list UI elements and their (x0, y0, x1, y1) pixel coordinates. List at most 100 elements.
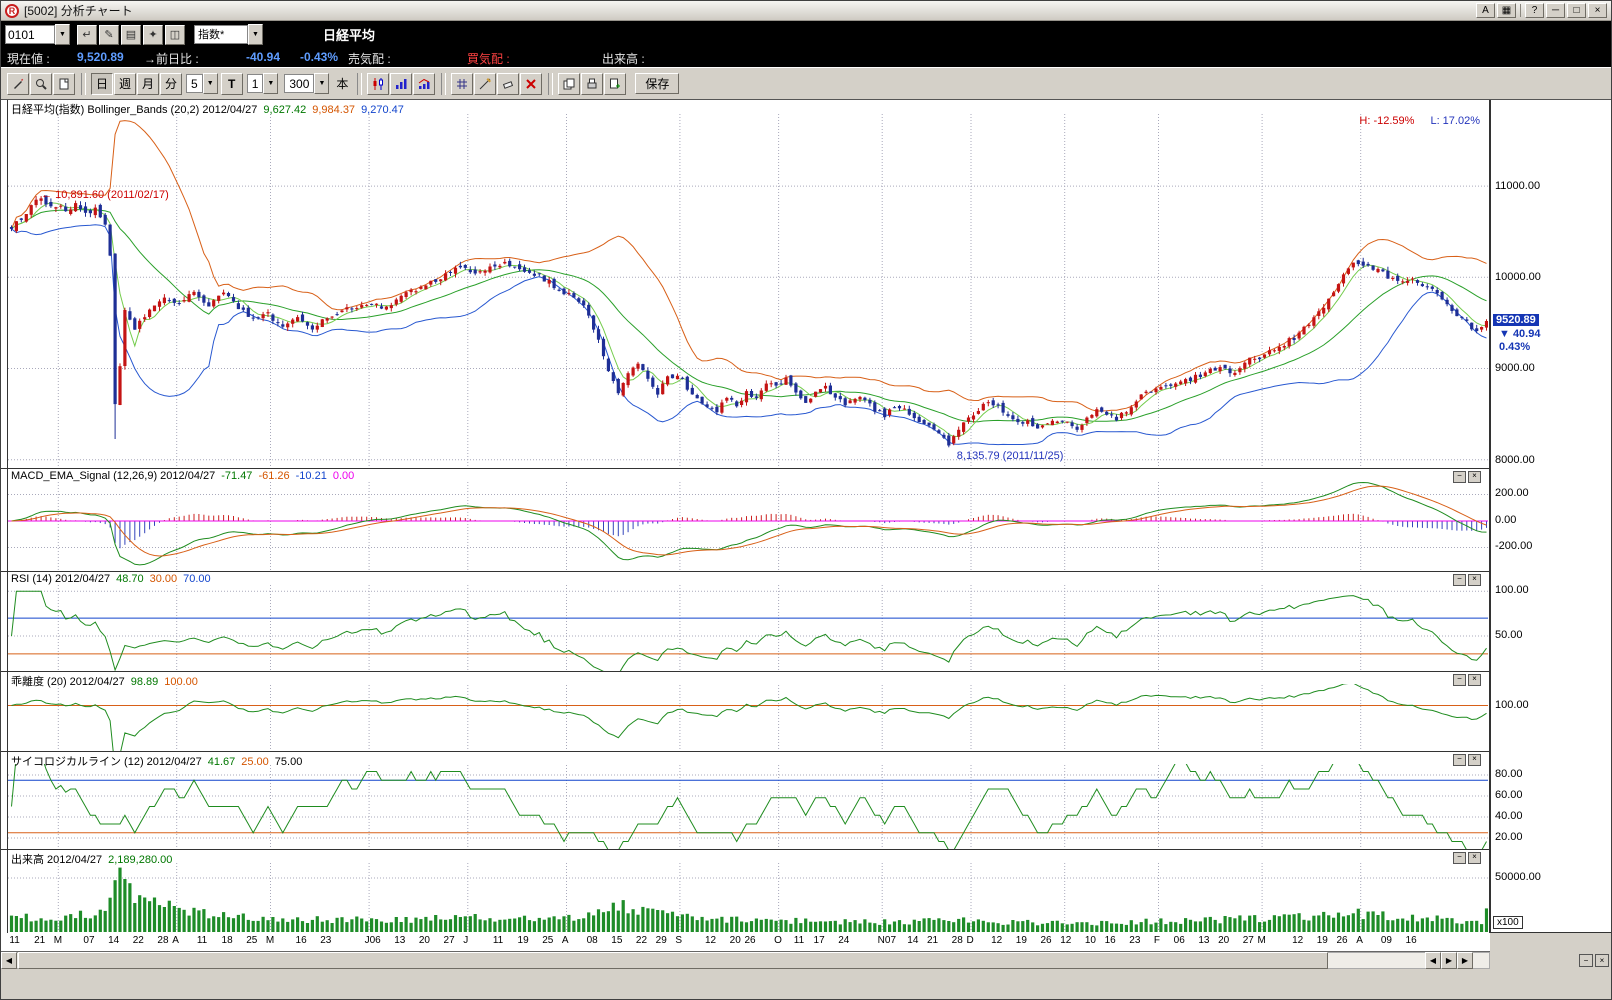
panel-header-text: 9,270.47 (361, 104, 404, 116)
symbol-code-dropdown-icon[interactable]: ▼ (55, 24, 70, 45)
symbol-code-input[interactable] (5, 25, 55, 44)
favorite-icon[interactable]: ✦ (143, 25, 163, 45)
panel-collapse-button[interactable]: − (1453, 852, 1466, 864)
panel-collapse-button[interactable]: − (1453, 754, 1466, 766)
panel-header-text: 100.00 (164, 676, 198, 688)
x-axis-label: M (266, 935, 274, 946)
x-axis-label: J (463, 935, 468, 946)
panel-close-button[interactable]: × (1468, 754, 1481, 766)
scroll-page-right-icon[interactable]: ▶ (1441, 952, 1457, 969)
bar-count-dropdown-icon[interactable]: ▼ (314, 73, 329, 94)
enter-icon[interactable]: ↵ (77, 25, 97, 45)
layout-button[interactable]: ▦ (1497, 3, 1516, 18)
rsi-plot[interactable] (1, 572, 1490, 671)
x-axis-label: 16 (296, 935, 307, 946)
delete-drawing-icon[interactable] (520, 73, 542, 95)
chart-toolbar: 日 週 月 分 5 ▼ T 1 ▼ 300 ▼ 本 保存 (1, 67, 1611, 100)
maximize-button[interactable]: □ (1567, 3, 1586, 18)
x-axis-label: 11 (493, 935, 503, 946)
y-axis-label: 40.00 (1495, 810, 1523, 822)
kairi-plot[interactable] (1, 672, 1490, 751)
main-chart-plot[interactable] (1, 100, 1490, 468)
panel-collapse-all-button[interactable]: − (1579, 954, 1593, 967)
print-icon[interactable] (581, 73, 603, 95)
x-axis-label: 15 (611, 935, 622, 946)
close-button[interactable]: × (1588, 3, 1607, 18)
panel-close-button[interactable]: × (1468, 574, 1481, 586)
panel-collapse-button[interactable]: − (1453, 674, 1466, 686)
x-axis-label: O (774, 935, 782, 946)
chart-area: 日経平均(指数) Bollinger_Bands (20,2) 2012/04/… (1, 100, 1490, 934)
volume-plot[interactable] (1, 850, 1490, 933)
panel-header-text: RSI (14) 2012/04/27 (11, 573, 110, 585)
new-page-icon[interactable] (53, 73, 75, 95)
panel-close-button[interactable]: × (1468, 674, 1481, 686)
panel-close-button[interactable]: × (1468, 471, 1481, 483)
candlestick-icon[interactable] (367, 73, 389, 95)
y-axis-label: 8000.00 (1495, 454, 1535, 466)
quote-status-bar: 現在値 : 9,520.89 →前日比 : -40.94 -0.43% 売気配 … (1, 48, 1611, 67)
window-icon[interactable]: ◫ (165, 25, 185, 45)
x-axis-label: A (562, 935, 569, 946)
add-page-icon[interactable] (604, 73, 626, 95)
app-window: R [5002] 分析チャート A ▦ ? ─ □ × ▼ ↵ ✎ ▤ ✦ ◫ … (0, 0, 1612, 1000)
title-bar[interactable]: R [5002] 分析チャート A ▦ ? ─ □ × (1, 1, 1611, 21)
y-axis-label: 50000.00 (1495, 871, 1541, 883)
toolbar-separator (357, 73, 362, 95)
minute-interval-select[interactable]: 5 (186, 74, 203, 93)
panel-header-text: 乖離度 (20) 2012/04/27 (11, 676, 125, 688)
y-axis-label: 20.00 (1495, 831, 1523, 843)
x-axis-label: A (1356, 935, 1363, 946)
grid-icon[interactable] (451, 73, 473, 95)
minimize-button[interactable]: ─ (1546, 3, 1565, 18)
edit-icon[interactable] (7, 73, 29, 95)
save-button[interactable]: 保存 (635, 73, 679, 94)
y-axis-label: 200.00 (1495, 487, 1529, 499)
panel-collapse-button[interactable]: − (1453, 471, 1466, 483)
scrollbar-thumb[interactable] (18, 952, 1328, 969)
font-size-button[interactable]: A (1476, 3, 1495, 18)
index-type-dropdown-icon[interactable]: ▼ (248, 24, 263, 45)
minute-interval-dropdown-icon[interactable]: ▼ (203, 73, 218, 94)
compare-bars-icon[interactable] (413, 73, 435, 95)
scroll-to-end-icon[interactable]: ▶ (1457, 952, 1473, 969)
period-daily-button[interactable]: 日 (91, 73, 113, 95)
x-axis-label: 20 (419, 935, 430, 946)
scroll-page-left-icon[interactable]: ◀ (1425, 952, 1441, 969)
draw-line-icon[interactable] (474, 73, 496, 95)
x-axis-label: F (1154, 935, 1160, 946)
x-axis-label: 27 (444, 935, 455, 946)
tick-button[interactable]: T (221, 73, 243, 95)
panel-kairi: 乖離度 (20) 2012/04/2798.89100.00 −× (1, 671, 1490, 751)
panel-header-text: 日経平均(指数) Bollinger_Bands (20,2) 2012/04/… (11, 104, 257, 116)
x-axis-label: N07 (878, 935, 896, 946)
x-axis-label: M (54, 935, 62, 946)
help-button[interactable]: ? (1525, 3, 1544, 18)
edit-symbol-icon[interactable]: ✎ (99, 25, 119, 45)
period-minute-button[interactable]: 分 (160, 73, 182, 95)
bar-count-select[interactable]: 300 (284, 74, 314, 93)
chart-annotation: 8,135.79 (2011/11/25) (957, 450, 1064, 462)
eraser-icon[interactable] (497, 73, 519, 95)
period-weekly-button[interactable]: 週 (114, 73, 136, 95)
x-axis-label: 25 (246, 935, 257, 946)
x-axis-label: 19 (1016, 935, 1027, 946)
toolbar-separator (81, 73, 86, 95)
panel-close-all-button[interactable]: × (1595, 954, 1609, 967)
panel-collapse-button[interactable]: − (1453, 574, 1466, 586)
copy-icon[interactable] (558, 73, 580, 95)
index-type-select[interactable]: 指数* (194, 25, 248, 44)
volume-bars-icon[interactable] (390, 73, 412, 95)
tick-interval-select[interactable]: 1 (247, 74, 264, 93)
macd-plot[interactable] (1, 469, 1490, 571)
scroll-left-icon[interactable]: ◀ (1, 952, 17, 969)
period-monthly-button[interactable]: 月 (137, 73, 159, 95)
tick-interval-dropdown-icon[interactable]: ▼ (263, 73, 278, 94)
zoom-icon[interactable] (30, 73, 52, 95)
current-price-label: 現在値 : (7, 50, 50, 67)
panel-close-button[interactable]: × (1468, 852, 1481, 864)
x-axis-label: 23 (1129, 935, 1140, 946)
high-low-readout: H: -12.59%L: 17.02% (1359, 115, 1480, 127)
board-icon[interactable]: ▤ (121, 25, 141, 45)
x-axis-label: 25 (542, 935, 553, 946)
